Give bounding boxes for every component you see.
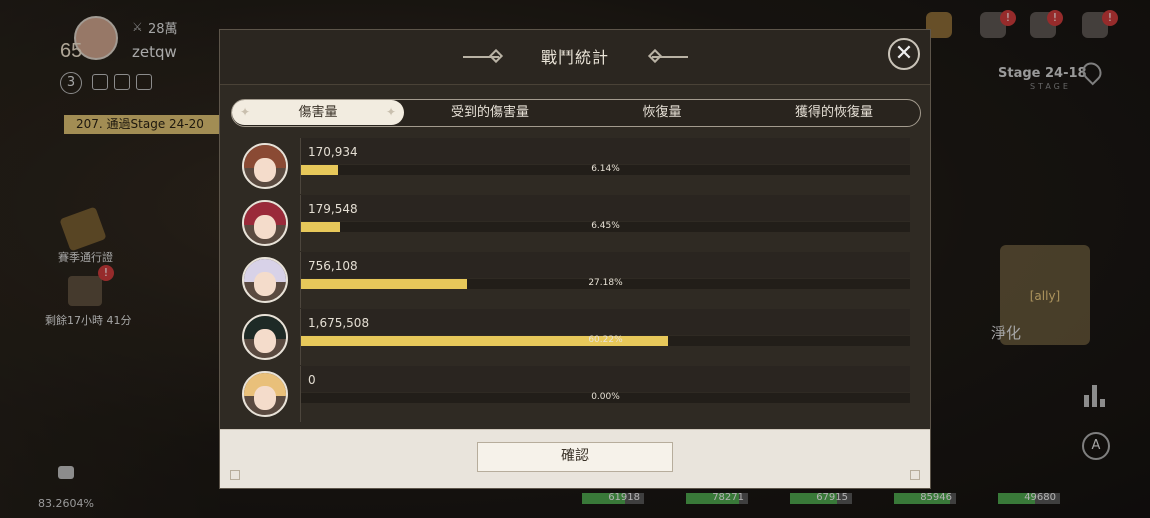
row-background xyxy=(301,309,910,335)
title-ornament xyxy=(652,56,688,58)
character-portrait[interactable] xyxy=(242,314,288,360)
list-item: 170,934 6.14% xyxy=(231,138,921,194)
list-item: 756,108 27.18% xyxy=(231,252,921,308)
tab-healing-done[interactable]: 恢復量 xyxy=(576,100,748,125)
character-portrait[interactable] xyxy=(242,371,288,417)
share-bar: 0.00% xyxy=(301,392,910,403)
share-bar: 27.18% xyxy=(301,278,910,289)
share-percent: 6.14% xyxy=(591,164,620,174)
row-background xyxy=(301,138,910,164)
stats-list: 170,934 6.14% 179,548 6.45% 756,108 27.1… xyxy=(231,138,921,430)
character-portrait[interactable] xyxy=(242,143,288,189)
row-background xyxy=(301,366,910,392)
confirm-button[interactable]: 確認 xyxy=(477,442,673,472)
list-item: 0 0.00% xyxy=(231,366,921,422)
list-item: 1,675,508 60.22% xyxy=(231,309,921,365)
share-bar: 60.22% xyxy=(301,335,910,346)
tab-damage-dealt[interactable]: 傷害量 xyxy=(232,100,404,125)
character-portrait[interactable] xyxy=(242,257,288,303)
tab-damage-taken[interactable]: 受到的傷害量 xyxy=(404,100,576,125)
dialog-header: 戰鬥統計 ✕ xyxy=(220,30,930,85)
stat-value: 179,548 xyxy=(308,202,358,216)
tab-healing-received[interactable]: 獲得的恢復量 xyxy=(748,100,920,125)
stat-value: 1,675,508 xyxy=(308,316,370,330)
corner-ornament xyxy=(230,470,240,480)
character-portrait[interactable] xyxy=(242,200,288,246)
stat-tabs: 傷害量 受到的傷害量 恢復量 獲得的恢復量 xyxy=(231,99,921,127)
stat-value: 0 xyxy=(308,373,316,387)
corner-ornament xyxy=(910,470,920,480)
stat-value: 170,934 xyxy=(308,145,358,159)
row-background xyxy=(301,252,910,278)
share-bar: 6.45% xyxy=(301,221,910,232)
list-item: 179,548 6.45% xyxy=(231,195,921,251)
share-percent: 60.22% xyxy=(588,335,623,345)
share-percent: 0.00% xyxy=(591,392,620,402)
dialog-title: 戰鬥統計 xyxy=(540,48,609,67)
dialog-footer: 確認 xyxy=(220,429,930,488)
stat-value: 756,108 xyxy=(308,259,358,273)
battle-stats-dialog: 戰鬥統計 ✕ 傷害量 受到的傷害量 恢復量 獲得的恢復量 170,934 6.1… xyxy=(219,29,931,489)
share-percent: 27.18% xyxy=(588,278,623,288)
row-background xyxy=(301,195,910,221)
close-button[interactable]: ✕ xyxy=(888,38,920,70)
share-bar: 6.14% xyxy=(301,164,910,175)
share-percent: 6.45% xyxy=(591,221,620,231)
